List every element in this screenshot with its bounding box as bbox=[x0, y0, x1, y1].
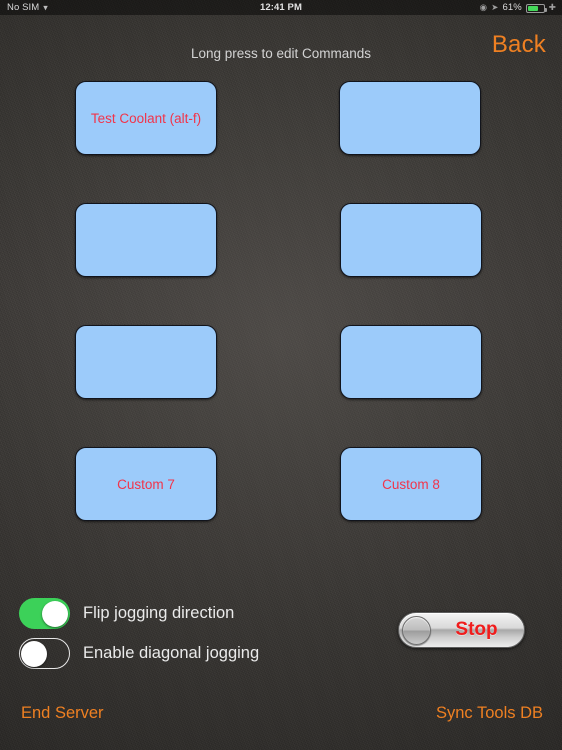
command-button-5[interactable] bbox=[75, 325, 217, 399]
alarm-icon: ◉ bbox=[479, 2, 488, 12]
command-row: Custom 7 Custom 8 bbox=[0, 447, 562, 569]
command-button-8[interactable]: Custom 8 bbox=[340, 447, 482, 521]
location-arrow-icon: ➤ bbox=[491, 2, 499, 12]
command-button-7[interactable]: Custom 7 bbox=[75, 447, 217, 521]
toggle-flip-jogging-direction[interactable] bbox=[19, 598, 70, 629]
command-row bbox=[0, 325, 562, 447]
status-bar: No SIM ▾ 12:41 PM ◉ ➤ 61% ✚ bbox=[0, 0, 562, 15]
toggle-enable-diagonal-jogging[interactable] bbox=[19, 638, 70, 669]
app-screen: No SIM ▾ 12:41 PM ◉ ➤ 61% ✚ Long press t… bbox=[0, 0, 562, 750]
toggle-knob bbox=[42, 600, 68, 627]
status-bar-right: ◉ ➤ 61% ✚ bbox=[480, 0, 556, 15]
toggle-label-flip-jogging: Flip jogging direction bbox=[83, 604, 235, 622]
stop-button[interactable]: Stop bbox=[398, 612, 525, 648]
command-row bbox=[0, 203, 562, 325]
command-button-3[interactable] bbox=[75, 203, 217, 277]
command-grid: Test Coolant (alt-f) Custom 7 Custom 8 bbox=[0, 81, 562, 569]
bluetooth-icon: ✚ bbox=[548, 2, 556, 12]
battery-percent-label: 61% bbox=[502, 2, 522, 13]
command-button-2[interactable] bbox=[339, 81, 481, 155]
page-hint: Long press to edit Commands bbox=[190, 46, 372, 61]
command-row: Test Coolant (alt-f) bbox=[0, 81, 562, 203]
command-button-1[interactable]: Test Coolant (alt-f) bbox=[75, 81, 217, 155]
stop-knob-icon bbox=[402, 615, 431, 645]
setting-row-flip-jogging: Flip jogging direction bbox=[19, 598, 234, 629]
command-button-4[interactable] bbox=[340, 203, 482, 277]
toggle-knob bbox=[21, 640, 47, 667]
sync-tools-db-button[interactable]: Sync Tools DB bbox=[436, 704, 543, 723]
setting-row-diagonal-jogging: Enable diagonal jogging bbox=[19, 638, 259, 669]
status-bar-time: 12:41 PM bbox=[260, 2, 302, 13]
command-button-6[interactable] bbox=[340, 325, 482, 399]
stop-button-label: Stop bbox=[455, 619, 498, 640]
back-button[interactable]: Back bbox=[492, 31, 546, 59]
end-server-button[interactable]: End Server bbox=[21, 704, 104, 723]
battery-icon bbox=[525, 4, 547, 13]
toggle-label-diagonal-jogging: Enable diagonal jogging bbox=[83, 644, 260, 662]
